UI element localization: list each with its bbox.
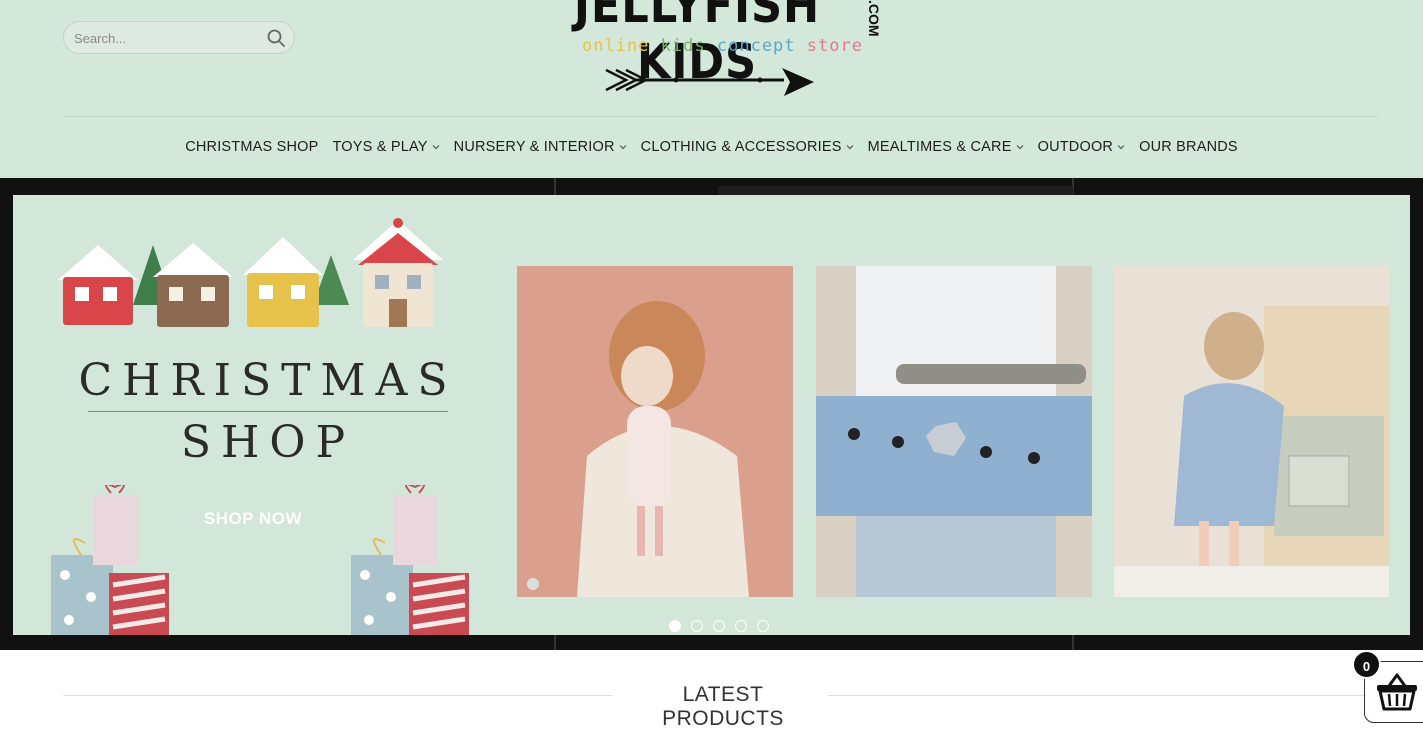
nav-item-clothing-accessories[interactable]: CLOTHING & ACCESSORIES [634, 134, 861, 160]
nav-item-outdoor[interactable]: OUTDOOR [1031, 134, 1133, 160]
shop-now-button[interactable]: SHOP NOW [193, 509, 313, 529]
nav-item-our-brands[interactable]: OUR BRANDS [1132, 134, 1245, 160]
gift-boxes-image [51, 485, 169, 635]
gift-boxes-image [351, 485, 469, 635]
basket-icon [1377, 673, 1417, 711]
chevron-down-icon [1016, 145, 1024, 150]
tagline-word: store [806, 36, 863, 56]
latest-products-heading: LATEST PRODUCTS [63, 683, 1378, 730]
chevron-down-icon [1117, 145, 1125, 150]
banner-rule [88, 411, 448, 412]
banner-subheadline: SHOP [180, 417, 356, 468]
slider-pagination [669, 620, 769, 632]
chevron-down-icon [619, 145, 627, 150]
nav-item-label: NURSERY & INTERIOR [453, 139, 615, 155]
nav-item-label: TOYS & PLAY [332, 139, 428, 155]
nav-item-toys-play[interactable]: TOYS & PLAY [326, 134, 447, 160]
slider-dot[interactable] [735, 620, 747, 632]
hero-slider[interactable]: CHRISTMAS SHOP SHOP NOW [0, 178, 1423, 650]
main-nav: CHRISTMAS SHOP TOYS & PLAY NURSERY & INT… [0, 134, 1423, 160]
tagline-word: online [582, 36, 650, 56]
chevron-down-icon [432, 145, 440, 150]
nav-item-label: MEALTIMES & CARE [867, 139, 1012, 155]
search-box [63, 21, 295, 54]
site-logo[interactable]: JELLYFISH KIDS .COM online kids concept … [556, 0, 886, 100]
girl-with-doll-photo [517, 266, 793, 597]
toy-tool-bench-photo [816, 266, 1092, 597]
search-icon[interactable] [266, 28, 286, 48]
header-divider [63, 116, 1378, 117]
nav-item-christmas-shop[interactable]: CHRISTMAS SHOP [178, 134, 325, 160]
slider-dot[interactable] [713, 620, 725, 632]
nav-item-mealtimes-care[interactable]: MEALTIMES & CARE [861, 134, 1031, 160]
nav-item-nursery-interior[interactable]: NURSERY & INTERIOR [447, 134, 634, 160]
slider-dot[interactable] [669, 620, 681, 632]
tagline-word: kids [660, 36, 706, 56]
logo-tagline: online kids concept store [582, 36, 863, 56]
section-title: LATEST PRODUCTS [662, 683, 784, 730]
site-header: JELLYFISH KIDS .COM online kids concept … [0, 0, 1423, 178]
girl-play-kitchen-photo [1114, 266, 1389, 597]
slider-dot[interactable] [757, 620, 769, 632]
heading-line [828, 695, 1378, 696]
cart-count-badge: 0 [1352, 650, 1381, 679]
tagline-word: concept [716, 36, 796, 56]
heading-line [63, 695, 613, 696]
nav-item-label: CHRISTMAS SHOP [185, 139, 319, 155]
nav-item-label: OUR BRANDS [1139, 139, 1238, 155]
arrow-icon [605, 68, 814, 96]
gingerbread-houses-image [58, 218, 443, 327]
search-input[interactable] [74, 29, 264, 47]
nav-item-label: OUTDOOR [1037, 139, 1114, 155]
logo-suffix: .COM [866, 0, 882, 37]
slider-dot[interactable] [691, 620, 703, 632]
chevron-down-icon [846, 145, 854, 150]
slide-content: CHRISTMAS SHOP SHOP NOW [13, 195, 1410, 635]
nav-item-label: CLOTHING & ACCESSORIES [640, 139, 842, 155]
banner-headline: CHRISTMAS [78, 355, 458, 406]
